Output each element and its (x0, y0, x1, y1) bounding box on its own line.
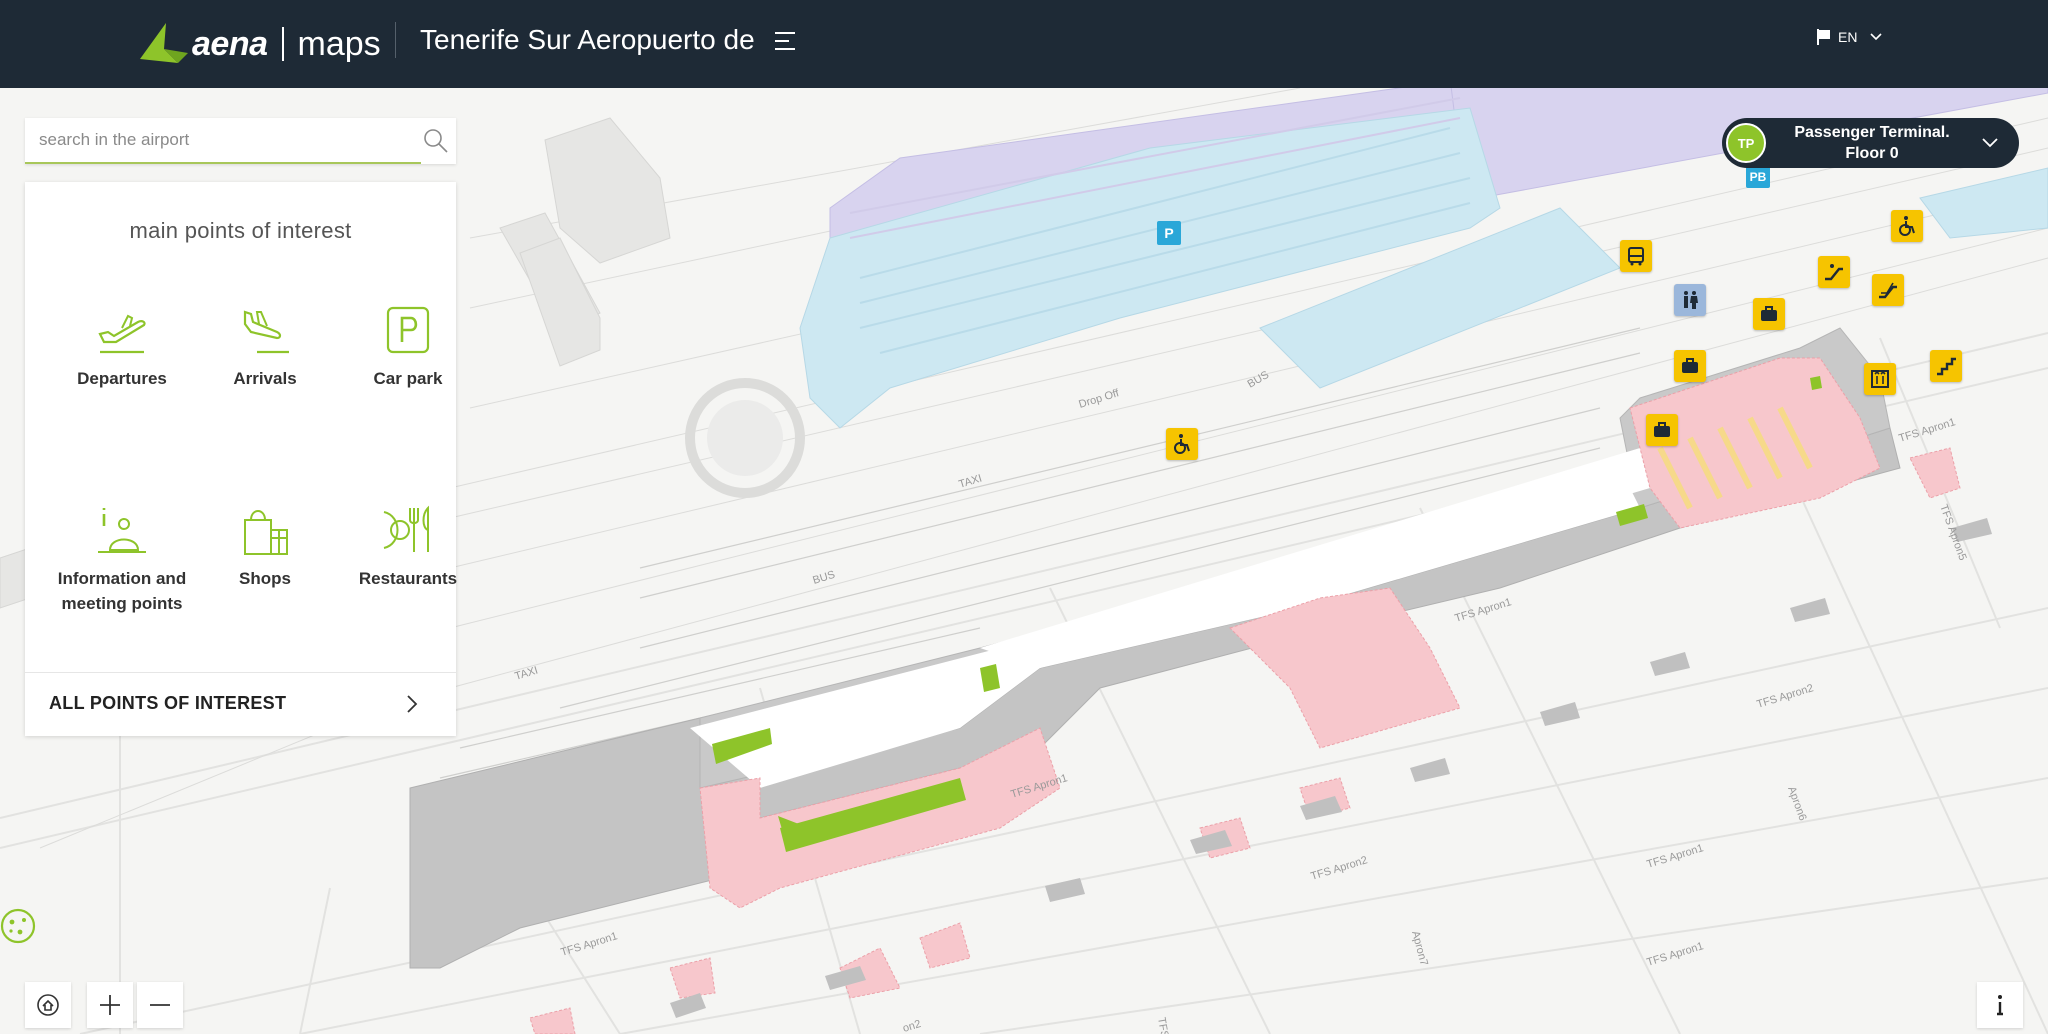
info-icon (1997, 995, 2003, 1016)
escalator-marker[interactable] (1818, 256, 1850, 288)
restaurants-icon (383, 505, 429, 552)
aena-maps-logo[interactable]: aena maps (138, 14, 381, 74)
road-label: TFS (1155, 1016, 1170, 1034)
toilets-icon (1684, 291, 1698, 309)
lift-marker[interactable] (1864, 363, 1896, 395)
poi-restaurants[interactable]: Restaurants (338, 504, 478, 591)
floor-badge: TP (1726, 123, 1766, 163)
panel-title: main points of interest (129, 218, 352, 243)
menu-icon (775, 32, 795, 34)
floor-label: Passenger Terminal. Floor 0 (1774, 122, 1970, 164)
language-label: EN (1838, 29, 1858, 45)
home-view-button[interactable] (25, 982, 71, 1028)
poi-information[interactable]: Information and meeting points (52, 504, 192, 616)
pb-badge[interactable]: PB (1746, 166, 1770, 188)
accessibility-icon (1174, 434, 1190, 454)
info-button[interactable] (1977, 982, 2023, 1028)
baggage-icon (1682, 358, 1698, 373)
flag-icon (1817, 29, 1830, 45)
chevron-down-icon (1870, 33, 1883, 41)
baggage-marker[interactable] (1646, 414, 1678, 446)
toilets-marker[interactable] (1674, 284, 1706, 316)
all-points-label: ALL POINTS OF INTEREST (49, 693, 287, 713)
poi-car-park[interactable]: Car park (338, 304, 478, 391)
accessibility-marker[interactable] (1891, 210, 1923, 242)
brand-name: aena (192, 24, 268, 63)
car-park-icon (386, 306, 430, 354)
zoom-in-button[interactable] (87, 982, 133, 1028)
bus-stop-marker[interactable] (1620, 240, 1652, 272)
search-box (25, 118, 456, 164)
header-divider (395, 22, 396, 58)
search-button[interactable] (421, 126, 451, 156)
aena-logo-icon (140, 23, 188, 63)
accessibility-marker[interactable] (1166, 428, 1198, 460)
language-selector[interactable]: EN (1816, 28, 1883, 46)
poi-label: Restaurants (358, 569, 458, 588)
stairs-icon (1937, 357, 1956, 376)
chevron-down-icon (1982, 138, 1998, 148)
poi-shops[interactable]: Shops (195, 504, 335, 591)
brand-product: maps (297, 24, 381, 63)
departures-icon (98, 314, 146, 354)
arrivals-icon (243, 310, 289, 354)
chevron-right-icon (407, 695, 418, 713)
baggage-marker[interactable] (1753, 298, 1785, 330)
escalator-icon (1879, 282, 1897, 299)
accessibility-icon (1899, 216, 1915, 236)
shops-icon (244, 510, 288, 555)
airport-title: Tenerife Sur Aeropuerto de (420, 24, 755, 55)
baggage-icon (1654, 422, 1670, 437)
poi-label: Information and meeting points (57, 569, 187, 613)
floor-label-line1: Passenger Terminal. (1794, 124, 1950, 141)
bus-stop-icon (1628, 247, 1644, 266)
poi-arrivals[interactable]: Arrivals (195, 304, 335, 391)
plus-icon (100, 995, 120, 1015)
menu-button[interactable] (772, 26, 800, 56)
brand-separator (281, 27, 284, 61)
floor-label-line2: Floor 0 (1845, 145, 1899, 162)
escalator-icon (1825, 264, 1843, 281)
zoom-out-button[interactable] (137, 982, 183, 1028)
search-icon (424, 129, 448, 153)
poi-label: Car park (373, 369, 443, 388)
points-of-interest-panel: main points of interest Departures Arriv… (25, 182, 457, 736)
lift-icon (1871, 370, 1889, 388)
search-input[interactable] (25, 118, 421, 164)
all-points-of-interest-link[interactable]: ALL POINTS OF INTEREST (25, 672, 456, 736)
parking-badge[interactable]: P (1157, 221, 1181, 245)
baggage-marker[interactable] (1674, 350, 1706, 382)
poi-label: Arrivals (233, 369, 297, 388)
minus-icon (150, 1004, 170, 1006)
stairs-marker[interactable] (1930, 350, 1962, 382)
home-compass-icon (37, 994, 59, 1016)
baggage-icon (1761, 306, 1777, 321)
poi-departures[interactable]: Departures (52, 304, 192, 391)
top-bar: aena maps Tenerife Sur Aeropuerto de EN (0, 0, 2048, 88)
poi-label: Departures (77, 369, 167, 388)
information-icon (98, 508, 146, 553)
poi-label: Shops (239, 569, 291, 588)
cookie-settings-icon[interactable] (0, 906, 40, 946)
floor-selector[interactable]: TP Passenger Terminal. Floor 0 (1722, 118, 2019, 168)
escalator-marker[interactable] (1872, 274, 1904, 306)
